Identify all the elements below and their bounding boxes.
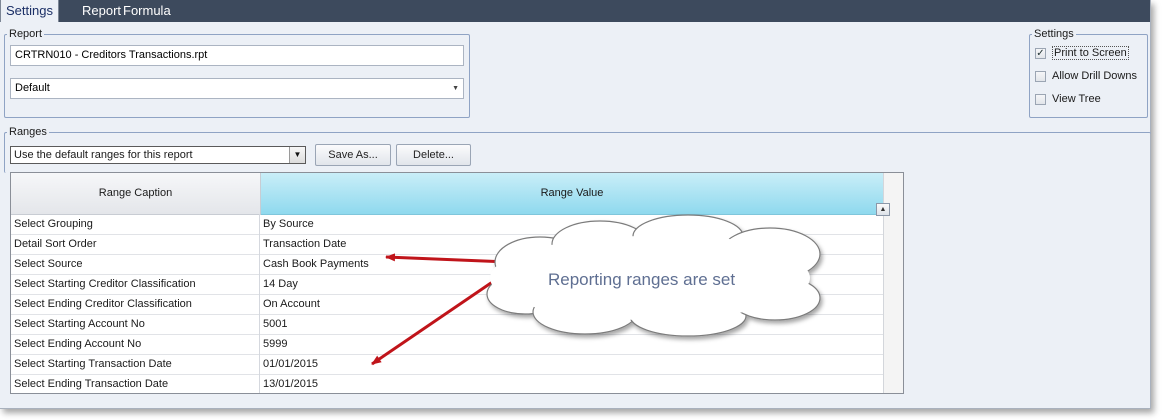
range-value-cell[interactable]: 5001 [261, 314, 881, 334]
print-to-screen-checkbox[interactable]: ✓ [1035, 48, 1046, 59]
report-group-legend: Report [9, 28, 43, 40]
table-row[interactable]: Select Ending Transaction Date 13/01/201… [11, 374, 883, 393]
range-value-cell[interactable]: 13/01/2015 [261, 374, 881, 393]
range-caption-cell: Select Ending Creditor Classification [11, 294, 260, 314]
tab-formula[interactable]: Formula [118, 0, 176, 22]
report-settings-window: Settings Report Formula Report CRTRN010 … [0, 0, 1151, 409]
table-row[interactable]: Select Starting Creditor Classification … [11, 274, 883, 295]
range-caption-cell: Select Starting Creditor Classification [11, 274, 260, 294]
ranges-grid: Range Caption Range Value Select Groupin… [10, 172, 904, 394]
allow-drill-downs-label: Allow Drill Downs [1052, 70, 1137, 82]
ranges-preset-select[interactable]: Use the default ranges for this report ▼ [10, 146, 306, 164]
table-row[interactable]: Select Ending Account No 5999 [11, 334, 883, 355]
range-caption-cell: Select Source [11, 254, 260, 274]
range-value-cell[interactable]: Transaction Date [261, 234, 881, 254]
range-value-cell[interactable]: 5999 [261, 334, 881, 354]
range-caption-cell: Select Grouping [11, 214, 260, 234]
table-row[interactable]: Select Starting Account No 5001 [11, 314, 883, 335]
range-caption-cell: Select Ending Transaction Date [11, 374, 260, 393]
chevron-up-icon[interactable]: ▲ [876, 203, 890, 216]
table-row[interactable]: Detail Sort Order Transaction Date [11, 234, 883, 255]
report-group: Report [4, 28, 470, 118]
print-to-screen-label: Print to Screen [1052, 46, 1129, 60]
chevron-down-icon: ▼ [452, 85, 459, 92]
save-as-button[interactable]: Save As... [315, 144, 391, 166]
table-row[interactable]: Select Ending Creditor Classification On… [11, 294, 883, 315]
column-header-range-caption[interactable]: Range Caption [11, 173, 261, 215]
range-value-cell[interactable]: 01/01/2015 [261, 354, 881, 374]
range-caption-cell: Detail Sort Order [11, 234, 260, 254]
allow-drill-downs-checkbox[interactable] [1035, 71, 1046, 82]
view-tree-checkbox[interactable] [1035, 94, 1046, 105]
range-caption-cell: Select Ending Account No [11, 334, 260, 354]
chevron-down-icon[interactable]: ▼ [289, 147, 305, 163]
delete-button[interactable]: Delete... [396, 144, 471, 166]
report-file-input[interactable]: CRTRN010 - Creditors Transactions.rpt [10, 45, 464, 66]
range-value-cell[interactable]: By Source [261, 214, 881, 234]
report-layout-select[interactable]: Default ▼ [10, 78, 464, 99]
view-tree-label: View Tree [1052, 93, 1101, 105]
range-caption-cell: Select Starting Account No [11, 314, 260, 334]
check-icon: ✓ [1036, 48, 1045, 59]
ranges-preset-value: Use the default ranges for this report [14, 149, 193, 161]
settings-group-legend: Settings [1034, 28, 1074, 40]
report-layout-value: Default [15, 82, 50, 94]
table-row[interactable]: Select Source Cash Book Payments [11, 254, 883, 275]
callout-text: Reporting ranges are set [548, 270, 736, 289]
tab-bar: Settings Report Formula [0, 0, 1150, 22]
tab-settings[interactable]: Settings [0, 0, 59, 22]
table-row[interactable]: Select Starting Transaction Date 01/01/2… [11, 354, 883, 375]
range-value-cell[interactable]: On Account [261, 294, 881, 314]
table-row[interactable]: Select Grouping By Source [11, 214, 883, 235]
ranges-group-legend: Ranges [9, 126, 47, 138]
range-caption-cell: Select Starting Transaction Date [11, 354, 260, 374]
column-header-range-value[interactable]: Range Value [261, 173, 883, 215]
